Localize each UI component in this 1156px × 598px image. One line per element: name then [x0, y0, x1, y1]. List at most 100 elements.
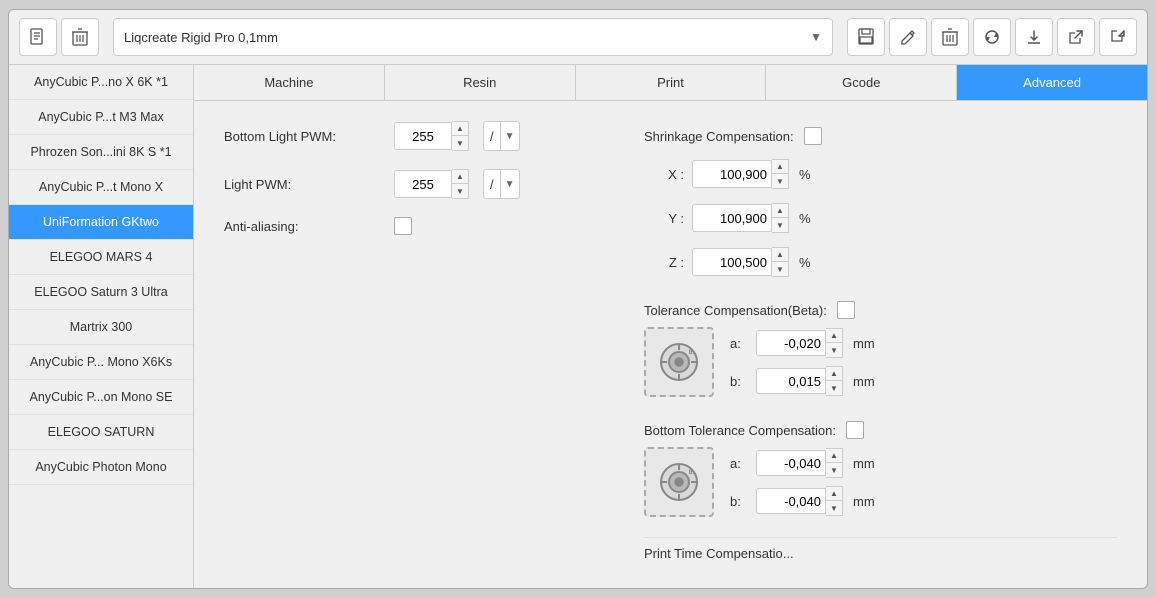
main-content: AnyCubic P...no X 6K *1 AnyCubic P...t M… — [9, 65, 1147, 588]
import-button[interactable] — [1099, 18, 1137, 56]
download-button[interactable] — [1015, 18, 1053, 56]
shrinkage-y-row: Y : ▲ ▼ % — [664, 203, 1117, 233]
edit-profile-button[interactable] — [889, 18, 927, 56]
tolerance-b-row: b: ▲ ▼ mm — [730, 366, 875, 396]
y-down[interactable]: ▼ — [772, 218, 788, 232]
print-time-compensation-label: Print Time Compensatio... — [644, 546, 794, 561]
bottom-tolerance-a-input-group: ▲ ▼ — [756, 448, 843, 478]
profile-dropdown[interactable]: Liqcreate Rigid Pro 0,1mm ▼ — [113, 18, 833, 56]
dropdown-arrow-icon: ▼ — [810, 30, 822, 44]
tolerance-b-input[interactable] — [756, 368, 826, 394]
bottom-tolerance-a-input[interactable] — [756, 450, 826, 476]
top-toolbar: Liqcreate Rigid Pro 0,1mm ▼ — [9, 10, 1147, 65]
bottom-tolerance-compensation-image: b. — [644, 447, 714, 517]
bottom-light-pwm-down[interactable]: ▼ — [452, 136, 468, 150]
sidebar-item-anycubic-pt-mono-x[interactable]: AnyCubic P...t Mono X — [9, 170, 193, 205]
tolerance-b-label: b: — [730, 374, 748, 389]
right-panel: Shrinkage Compensation: X : ▲ ▼ — [644, 121, 1117, 568]
light-pwm-row: Light PWM: ▲ ▼ / ▼ — [224, 169, 604, 199]
bottom-tolerance-b-up[interactable]: ▲ — [826, 487, 842, 501]
y-input[interactable] — [692, 204, 772, 232]
x-input[interactable] — [692, 160, 772, 188]
y-up[interactable]: ▲ — [772, 204, 788, 218]
light-pwm-input-group: ▲ ▼ — [394, 169, 469, 199]
tab-machine[interactable]: Machine — [194, 65, 385, 100]
anti-aliasing-label: Anti-aliasing: — [224, 219, 384, 234]
delete-profile-button[interactable] — [931, 18, 969, 56]
export-button[interactable] — [1057, 18, 1095, 56]
bottom-tolerance-a-spinners: ▲ ▼ — [826, 448, 843, 478]
tolerance-a-input[interactable] — [756, 330, 826, 356]
bottom-tolerance-compensation-checkbox[interactable] — [846, 421, 864, 439]
z-down[interactable]: ▼ — [772, 262, 788, 276]
tolerance-a-row: a: ▲ ▼ mm — [730, 328, 875, 358]
bottom-tolerance-b-row: b: ▲ ▼ mm — [730, 486, 875, 516]
bottom-tolerance-a-up[interactable]: ▲ — [826, 449, 842, 463]
new-button[interactable] — [19, 18, 57, 56]
delete-button[interactable] — [61, 18, 99, 56]
bottom-light-pwm-input[interactable] — [394, 122, 452, 150]
light-pwm-input[interactable] — [394, 170, 452, 198]
print-time-compensation-header: Print Time Compensatio... — [644, 537, 1117, 561]
tab-gcode[interactable]: Gcode — [766, 65, 957, 100]
sidebar-item-anycubic-mono-x6ks[interactable]: AnyCubic P... Mono X6Ks — [9, 345, 193, 380]
refresh-button[interactable] — [973, 18, 1011, 56]
z-up[interactable]: ▲ — [772, 248, 788, 262]
tolerance-a-up[interactable]: ▲ — [826, 329, 842, 343]
bottom-tolerance-b-down[interactable]: ▼ — [826, 501, 842, 515]
tolerance-image-row: b. a: ▲ ▼ — [644, 327, 1117, 397]
sidebar-item-anycubic-pt-m3-max[interactable]: AnyCubic P...t M3 Max — [9, 100, 193, 135]
light-pwm-slash-dropdown[interactable]: / ▼ — [483, 169, 520, 199]
bottom-tolerance-b-spinners: ▲ ▼ — [826, 486, 843, 516]
tolerance-compensation-section: Tolerance Compensation(Beta): — [644, 295, 1117, 397]
sidebar-item-anycubic-pno-x6k[interactable]: AnyCubic P...no X 6K *1 — [9, 65, 193, 100]
bottom-light-pwm-row: Bottom Light PWM: ▲ ▼ / ▼ — [224, 121, 604, 151]
sidebar-item-elegoo-mars-4[interactable]: ELEGOO MARS 4 — [9, 240, 193, 275]
shrinkage-compensation-checkbox[interactable] — [804, 127, 822, 145]
x-up[interactable]: ▲ — [772, 160, 788, 174]
sidebar-item-martrix-300[interactable]: Martrix 300 — [9, 310, 193, 345]
bottom-light-pwm-slash-dropdown[interactable]: / ▼ — [483, 121, 520, 151]
content-area: Machine Resin Print Gcode Advanced Botto… — [194, 65, 1147, 588]
bottom-tolerance-a-down[interactable]: ▼ — [826, 463, 842, 477]
light-pwm-up[interactable]: ▲ — [452, 170, 468, 184]
sidebar-item-elegoo-saturn[interactable]: ELEGOO SATURN — [9, 415, 193, 450]
bottom-tolerance-image-row: b. a: ▲ ▼ — [644, 447, 1117, 517]
tab-print[interactable]: Print — [576, 65, 767, 100]
x-label: X : — [664, 167, 684, 182]
z-label: Z : — [664, 255, 684, 270]
tolerance-compensation-checkbox[interactable] — [837, 301, 855, 319]
tolerance-a-label: a: — [730, 336, 748, 351]
x-down[interactable]: ▼ — [772, 174, 788, 188]
bottom-light-pwm-up[interactable]: ▲ — [452, 122, 468, 136]
slash-arrow-2[interactable]: ▼ — [501, 170, 519, 198]
tolerance-compensation-header: Tolerance Compensation(Beta): — [644, 301, 1117, 319]
bottom-tolerance-a-label: a: — [730, 456, 748, 471]
tolerance-a-down[interactable]: ▼ — [826, 343, 842, 357]
tab-advanced[interactable]: Advanced — [957, 65, 1147, 100]
x-spinners: ▲ ▼ — [772, 159, 789, 189]
y-pct: % — [799, 211, 811, 226]
sidebar-item-anycubic-photon-mono[interactable]: AnyCubic Photon Mono — [9, 450, 193, 485]
light-pwm-down[interactable]: ▼ — [452, 184, 468, 198]
bottom-tolerance-b-input[interactable] — [756, 488, 826, 514]
app-window: Liqcreate Rigid Pro 0,1mm ▼ — [8, 9, 1148, 589]
z-input[interactable] — [692, 248, 772, 276]
sidebar-item-elegoo-saturn-3[interactable]: ELEGOO Saturn 3 Ultra — [9, 275, 193, 310]
tolerance-b-up[interactable]: ▲ — [826, 367, 842, 381]
slash-label-1: / — [484, 122, 501, 150]
save-profile-button[interactable] — [847, 18, 885, 56]
bottom-tolerance-b-input-group: ▲ ▼ — [756, 486, 843, 516]
sidebar-item-phrozen-son-8k[interactable]: Phrozen Son...ini 8K S *1 — [9, 135, 193, 170]
tolerance-b-down[interactable]: ▼ — [826, 381, 842, 395]
tab-resin[interactable]: Resin — [385, 65, 576, 100]
sidebar-item-anycubic-mono-se[interactable]: AnyCubic P...on Mono SE — [9, 380, 193, 415]
bottom-light-pwm-input-group: ▲ ▼ — [394, 121, 469, 151]
y-spinners: ▲ ▼ — [772, 203, 789, 233]
anti-aliasing-checkbox[interactable] — [394, 217, 412, 235]
slash-arrow-1[interactable]: ▼ — [501, 122, 519, 150]
sidebar-item-uniformation-gktwo[interactable]: UniFormation GKtwo — [9, 205, 193, 240]
shrinkage-x-row: X : ▲ ▼ % — [664, 159, 1117, 189]
profile-value: Liqcreate Rigid Pro 0,1mm — [124, 30, 278, 45]
bottom-tolerance-compensation-label: Bottom Tolerance Compensation: — [644, 423, 836, 438]
